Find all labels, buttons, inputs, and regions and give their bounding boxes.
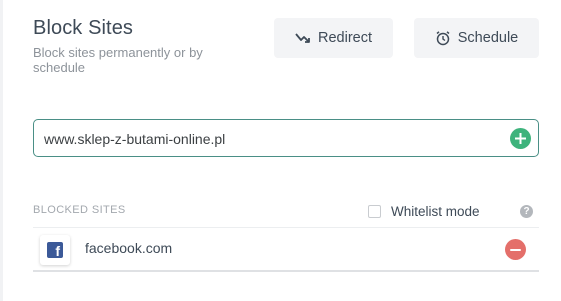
minus-icon <box>510 248 521 251</box>
site-url-field <box>33 119 539 157</box>
facebook-icon: f <box>47 242 63 258</box>
blocked-site-name: facebook.com <box>85 240 173 256</box>
redirect-icon <box>295 32 311 44</box>
remove-site-button[interactable] <box>505 239 526 260</box>
schedule-button[interactable]: Schedule <box>414 18 539 58</box>
page-subtitle: Block sites permanently or by schedule <box>33 45 203 75</box>
whitelist-mode-label: Whitelist mode <box>391 204 480 219</box>
blocked-site-row: f facebook.com <box>33 228 539 272</box>
plus-icon <box>515 133 526 144</box>
redirect-button[interactable]: Redirect <box>274 18 393 58</box>
site-favicon: f <box>40 235 70 265</box>
left-edge <box>0 0 3 301</box>
site-url-input[interactable] <box>44 129 504 149</box>
whitelist-mode-checkbox[interactable] <box>368 205 381 218</box>
schedule-label: Schedule <box>457 30 519 46</box>
alarm-clock-icon <box>435 30 451 46</box>
blocked-sites-heading: BLOCKED SITES <box>33 204 126 216</box>
help-icon[interactable]: ? <box>520 205 533 218</box>
page-title: Block Sites <box>33 17 134 39</box>
add-site-button[interactable] <box>510 128 531 149</box>
redirect-label: Redirect <box>318 30 372 46</box>
